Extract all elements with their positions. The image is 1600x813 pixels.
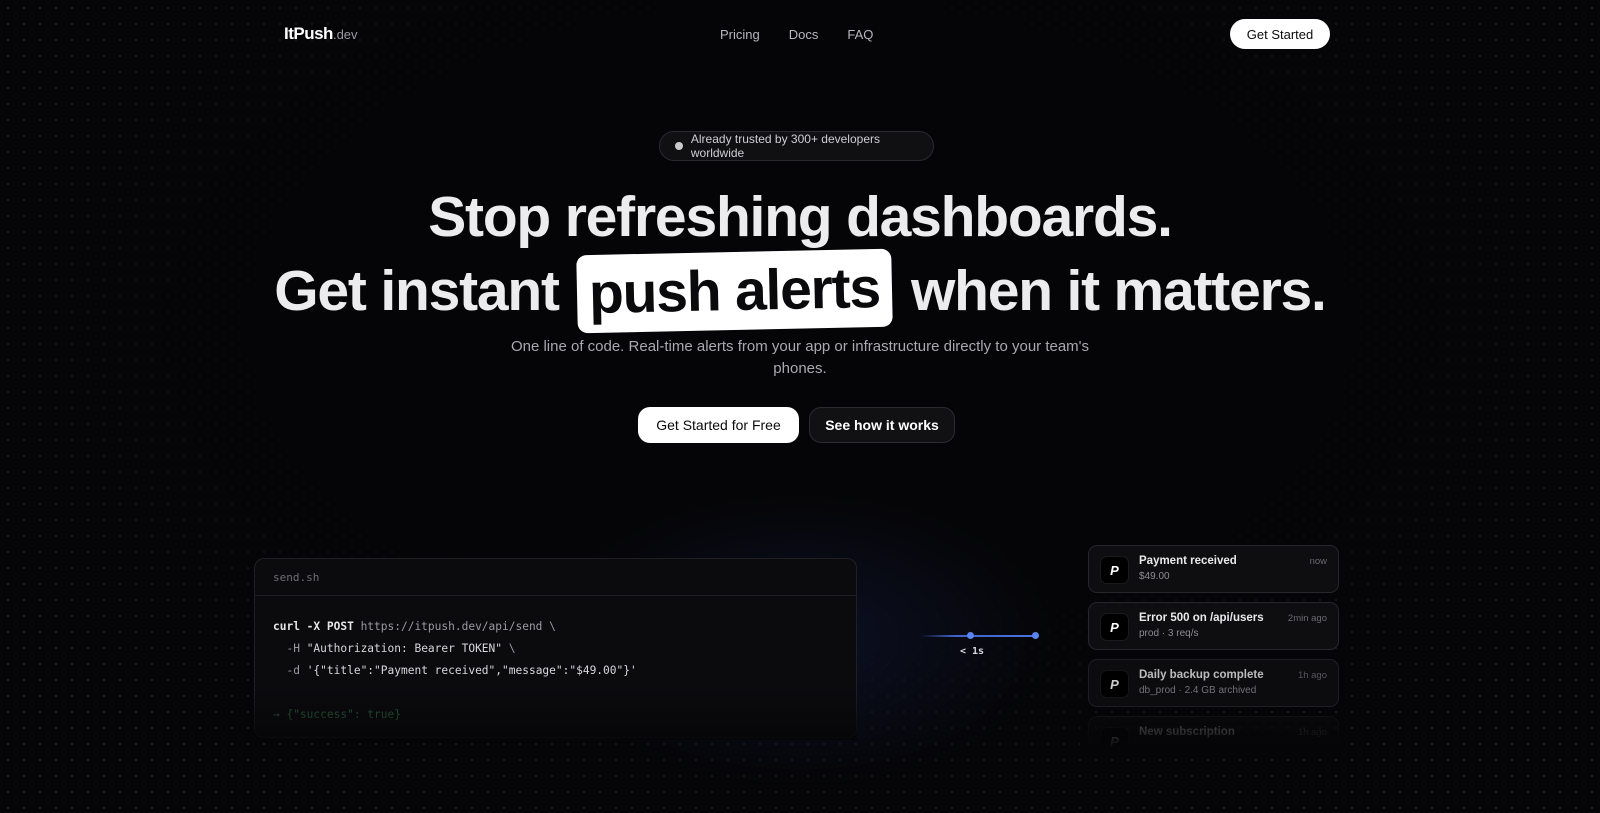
latency-connector: < 1s bbox=[920, 630, 1040, 660]
connector-node bbox=[1032, 632, 1039, 639]
top-nav: ItPush.dev Pricing Docs FAQ Get Started bbox=[0, 0, 1600, 68]
notification-time: 1h ago bbox=[1297, 727, 1327, 738]
notification-time: 2min ago bbox=[1287, 613, 1327, 624]
nav-links: Pricing Docs FAQ bbox=[720, 27, 873, 42]
notification-card: P Error 500 on /api/users prod · 3 req/s… bbox=[1088, 602, 1339, 650]
itpush-app-icon: P bbox=[1100, 727, 1129, 755]
get-started-button[interactable]: Get Started bbox=[1230, 19, 1330, 49]
code-filename: send.sh bbox=[255, 559, 856, 596]
connector-node bbox=[967, 632, 974, 639]
code-header-value: "Authorization: Bearer TOKEN" bbox=[306, 642, 503, 655]
headline-highlight: push alerts bbox=[576, 248, 894, 334]
code-response: → {"success": true} bbox=[273, 708, 401, 721]
logo-tld: .dev bbox=[332, 27, 358, 42]
nav-link-docs[interactable]: Docs bbox=[789, 27, 819, 42]
logo[interactable]: ItPush.dev bbox=[284, 24, 358, 44]
itpush-app-icon: P bbox=[1100, 556, 1129, 584]
code-data-flag: -d bbox=[273, 664, 307, 677]
notification-body: prod · 3 req/s bbox=[1139, 628, 1199, 639]
code-header-flag: -H bbox=[273, 642, 307, 655]
itpush-app-icon: P bbox=[1100, 613, 1129, 641]
notification-body: db_prod · 2.4 GB archived bbox=[1139, 685, 1257, 696]
code-line-3: -d '{"title":"Payment received","message… bbox=[273, 660, 838, 682]
see-how-it-works-button[interactable]: See how it works bbox=[809, 407, 955, 443]
headline-line-1: Stop refreshing dashboards. bbox=[428, 185, 1173, 249]
notification-card: P Payment received $49.00 now bbox=[1088, 545, 1339, 593]
headline-post: when it matters. bbox=[910, 259, 1327, 323]
code-line-continuation: \ bbox=[502, 642, 516, 655]
headline-pre: Get instant bbox=[274, 259, 560, 323]
hero-subtitle: One line of code. Real-time alerts from … bbox=[510, 338, 1090, 377]
code-url: https://itpush.dev/api/send \ bbox=[353, 620, 556, 633]
get-started-free-button[interactable]: Get Started for Free bbox=[638, 407, 799, 443]
code-data-value: '{"title":"Payment received","message":"… bbox=[306, 664, 637, 677]
trust-badge: Already trusted by 300+ developers world… bbox=[659, 131, 934, 161]
notification-card: P Daily backup complete db_prod · 2.4 GB… bbox=[1088, 659, 1339, 707]
headline-line-2: Get instant push alerts when it matters. bbox=[0, 248, 1600, 334]
logo-main: ItPush bbox=[284, 24, 333, 43]
latency-label: < 1s bbox=[960, 646, 985, 657]
notification-body: $49.00 bbox=[1139, 571, 1170, 582]
nav-link-pricing[interactable]: Pricing bbox=[720, 27, 760, 42]
notification-title: New subscription bbox=[1139, 726, 1235, 738]
code-window: send.sh curl -X POST https://itpush.dev/… bbox=[254, 558, 857, 738]
notification-title: Payment received bbox=[1139, 555, 1237, 567]
notification-time: now bbox=[1309, 556, 1327, 567]
code-line-1: curl -X POST https://itpush.dev/api/send… bbox=[273, 616, 838, 638]
itpush-app-icon: P bbox=[1100, 670, 1129, 698]
nav-link-faq[interactable]: FAQ bbox=[847, 27, 873, 42]
notification-card: P New subscription 1h ago bbox=[1088, 716, 1339, 755]
trust-badge-text: Already trusted by 300+ developers world… bbox=[690, 132, 880, 160]
notification-time: 1h ago bbox=[1297, 670, 1327, 681]
code-body: curl -X POST https://itpush.dev/api/send… bbox=[255, 596, 856, 726]
connector-line bbox=[920, 635, 1036, 637]
status-dot-icon bbox=[675, 142, 683, 150]
notification-title: Error 500 on /api/users bbox=[1139, 612, 1264, 624]
notification-title: Daily backup complete bbox=[1139, 669, 1264, 681]
code-command: curl -X POST bbox=[273, 620, 354, 633]
code-line-2: -H "Authorization: Bearer TOKEN" \ bbox=[273, 638, 838, 660]
